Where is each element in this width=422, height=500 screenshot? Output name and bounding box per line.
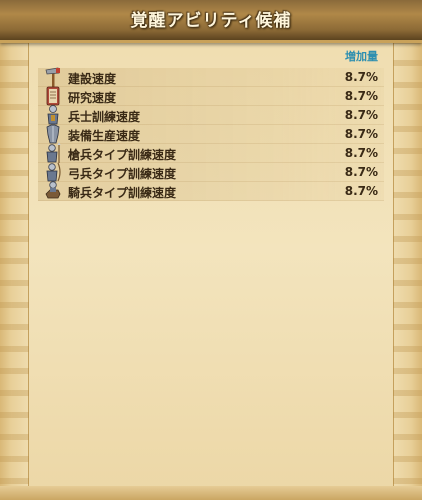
list-item: 装備生産速度 8.7% [38, 124, 384, 144]
ability-list: 建設速度 8.7% 研究速度 8.7% 兵士訓練速度 8.7% 装備生産速度 8… [38, 67, 384, 202]
ability-value: 8.7% [344, 127, 378, 141]
title-bar: 覚醒アビリティ候補 [0, 0, 422, 43]
ability-table: 増加量 建設速度 8.7% 研究速度 8.7% 兵士訓練速度 8.7% 装備生産… [38, 48, 384, 201]
ability-value: 8.7% [344, 184, 378, 198]
ability-value: 8.7% [344, 108, 378, 122]
ability-name: 騎兵タイプ訓練速度 [68, 186, 177, 200]
ability-value: 8.7% [344, 70, 378, 84]
list-item: 兵士訓練速度 8.7% [38, 105, 384, 125]
ability-name: 兵士訓練速度 [68, 110, 141, 124]
list-item: 槍兵タイプ訓練速度 8.7% [38, 142, 384, 163]
ability-value: 8.7% [344, 89, 378, 103]
ability-name: 研究速度 [68, 91, 117, 105]
ability-name: 槍兵タイプ訓練速度 [68, 148, 177, 162]
ability-name: 装備生産速度 [68, 129, 141, 143]
ability-value: 8.7% [344, 146, 378, 160]
column-header-increase: 増加量 [345, 50, 378, 63]
ability-name: 弓兵タイプ訓練速度 [68, 167, 177, 181]
cavalry-icon [44, 180, 62, 202]
list-item: 研究速度 8.7% [38, 86, 384, 106]
list-item: 弓兵タイプ訓練速度 8.7% [38, 162, 384, 182]
panel-frame-right [393, 38, 422, 492]
page-title: 覚醒アビリティ候補 [130, 11, 292, 31]
panel-frame-bottom [0, 486, 422, 500]
list-item: 騎兵タイプ訓練速度 8.7% [38, 180, 384, 202]
panel-frame-left [0, 38, 29, 492]
list-item: 建設速度 8.7% [38, 67, 384, 87]
ability-value: 8.7% [344, 165, 378, 179]
ability-candidates-panel: 覚醒アビリティ候補 増加量 建設速度 8.7% 研究速度 8.7% 兵士訓練速度… [0, 0, 422, 500]
ability-name: 建設速度 [68, 72, 117, 86]
